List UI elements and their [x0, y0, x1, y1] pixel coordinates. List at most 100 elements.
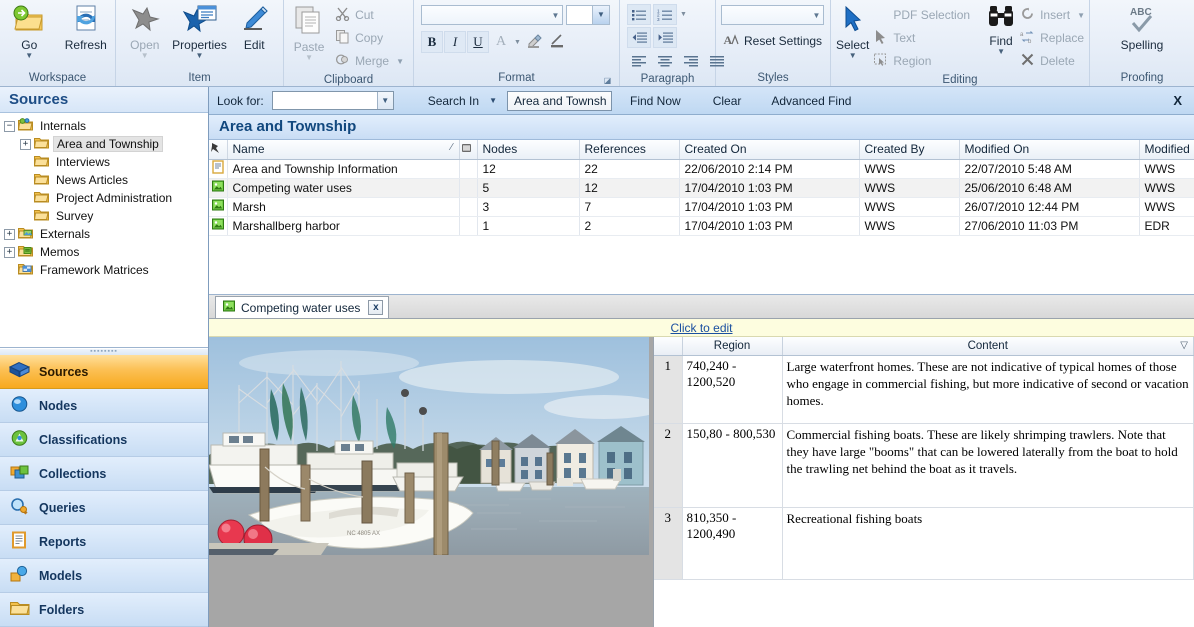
style-combo[interactable]: ▼: [721, 5, 824, 25]
sidebar-item-collections[interactable]: Collections: [0, 457, 208, 491]
column-header-references[interactable]: References: [579, 140, 680, 160]
tree-item-news-articles[interactable]: News Articles: [0, 171, 208, 189]
region-row[interactable]: 2 150,80 - 800,530 Commercial fishing bo…: [654, 423, 1194, 508]
search-in-caret-icon[interactable]: ▼: [489, 96, 507, 105]
align-right-button[interactable]: [679, 50, 703, 71]
column-header-name[interactable]: Name ∕: [227, 140, 460, 160]
tab-competing-water-uses[interactable]: Competing water uses x: [215, 296, 390, 318]
table-row[interactable]: Marsh 3 7 17/04/2010 1:03 PM WWS 26/07/2…: [209, 197, 1194, 217]
style-combo-caret-icon[interactable]: ▼: [810, 11, 823, 20]
table-row[interactable]: Area and Township Information 12 22 22/0…: [209, 159, 1194, 179]
sidebar-item-classifications[interactable]: Classifications: [0, 423, 208, 457]
pin-column-header[interactable]: [209, 140, 228, 160]
sidebar-item-sources[interactable]: Sources: [0, 355, 208, 389]
bullet-list-button[interactable]: [627, 4, 651, 25]
text-rule-button[interactable]: [546, 31, 568, 53]
column-header-modified-on[interactable]: Modified On: [959, 140, 1140, 160]
pdf-selection-button[interactable]: PDF Selection: [869, 4, 974, 26]
clear-button[interactable]: Clear: [691, 94, 752, 108]
table-row[interactable]: Marshallberg harbor 1 2 17/04/2010 1:03 …: [209, 216, 1194, 236]
column-header-created-on[interactable]: Created On: [679, 140, 860, 160]
copy-button[interactable]: Copy: [331, 27, 408, 49]
panel-splitter[interactable]: ▪▪▪▪▪▪▪▪: [0, 348, 208, 355]
region-row[interactable]: 1 740,240 - 1200,520 Large waterfront ho…: [654, 355, 1194, 424]
replace-button[interactable]: a b Replace: [1016, 27, 1089, 49]
spelling-button[interactable]: ABC Spelling: [1112, 2, 1172, 52]
click-to-edit-link[interactable]: Click to edit: [670, 321, 732, 335]
close-tab-button[interactable]: x: [368, 300, 384, 315]
advanced-find-button[interactable]: Advanced Find: [751, 94, 861, 108]
region-select-button[interactable]: Region: [869, 50, 974, 72]
format-dialog-launcher-icon[interactable]: ◪: [603, 76, 612, 85]
tree-item-project-administration[interactable]: Project Administration: [0, 189, 208, 207]
expander-plus-icon[interactable]: +: [4, 246, 15, 258]
reset-settings-button[interactable]: A Reset Settings: [721, 30, 826, 52]
go-button[interactable]: Go ▼: [5, 2, 54, 60]
find-caret-icon[interactable]: ▼: [997, 48, 1005, 56]
sidebar-item-reports[interactable]: Reports: [0, 525, 208, 559]
go-caret-icon[interactable]: ▼: [25, 52, 33, 60]
paste-caret-icon[interactable]: ▼: [305, 54, 313, 62]
find-button[interactable]: Find ▼: [986, 2, 1016, 56]
column-header-modified-by[interactable]: Modified By: [1139, 140, 1194, 160]
column-header-nodes[interactable]: Nodes: [477, 140, 580, 160]
delete-button[interactable]: Delete: [1016, 50, 1089, 72]
font-size-combo[interactable]: ▼: [566, 5, 610, 25]
underline-button[interactable]: U: [467, 31, 489, 53]
region-column-header[interactable]: Region: [682, 337, 783, 356]
tree-item-area-and-township[interactable]: + Area and Township: [0, 135, 208, 153]
insert-button[interactable]: Insert ▼: [1016, 4, 1089, 26]
find-now-button[interactable]: Find Now: [612, 94, 691, 108]
cut-button[interactable]: Cut: [331, 4, 408, 26]
tree-item-framework-matrices[interactable]: Framework Matrices: [0, 261, 208, 279]
list-caret-icon[interactable]: ▼: [679, 11, 688, 18]
italic-button[interactable]: I: [444, 31, 466, 53]
search-in-button[interactable]: Search In: [394, 94, 489, 108]
font-size-caret-icon[interactable]: ▼: [592, 6, 609, 24]
close-find-bar-button[interactable]: X: [1173, 93, 1186, 108]
decrease-indent-button[interactable]: [627, 27, 651, 48]
properties-button[interactable]: Properties ▼: [172, 2, 227, 60]
align-center-button[interactable]: [653, 50, 677, 71]
expander-plus-icon[interactable]: +: [4, 228, 15, 240]
expander-minus-icon[interactable]: −: [4, 120, 15, 132]
look-for-input[interactable]: ▼: [271, 91, 394, 110]
sidebar-item-models[interactable]: Models: [0, 559, 208, 593]
sources-list[interactable]: Name ∕ Nodes References Created On Creat…: [209, 140, 1194, 295]
align-left-button[interactable]: [627, 50, 651, 71]
tree-item-survey[interactable]: Survey: [0, 207, 208, 225]
sidebar-item-queries[interactable]: Queries: [0, 491, 208, 525]
tree-item-internals[interactable]: − Internals: [0, 117, 208, 135]
search-scope-button[interactable]: Area and Townsh: [507, 90, 612, 111]
select-caret-icon[interactable]: ▼: [849, 52, 857, 60]
font-color-button[interactable]: A: [490, 31, 512, 53]
select-button[interactable]: Select ▼: [836, 2, 869, 60]
edit-button[interactable]: Edit: [231, 2, 279, 52]
sidebar-item-nodes[interactable]: Nodes: [0, 389, 208, 423]
highlight-button[interactable]: [523, 31, 545, 53]
look-for-caret-icon[interactable]: ▼: [376, 92, 393, 109]
marshallberg-harbor-photo[interactable]: NC 4805 AX: [209, 337, 649, 555]
font-name-combo[interactable]: ▼: [421, 5, 563, 25]
merge-caret-icon[interactable]: ▼: [396, 57, 404, 66]
region-row[interactable]: 3 810,350 - 1200,490 Recreational fishin…: [654, 507, 1194, 580]
open-caret-icon[interactable]: ▼: [141, 52, 149, 60]
increase-indent-button[interactable]: [653, 27, 677, 48]
tree-item-externals[interactable]: + Externals: [0, 225, 208, 243]
numbered-list-button[interactable]: 1 2 3: [653, 4, 677, 25]
tree-item-memos[interactable]: + Memos: [0, 243, 208, 261]
expander-plus-icon[interactable]: +: [20, 138, 31, 150]
content-column-header[interactable]: Content ▽: [782, 337, 1194, 356]
sources-tree[interactable]: − Internals + Area and Township Intervie…: [0, 113, 208, 348]
paste-button[interactable]: Paste ▼: [289, 2, 329, 62]
refresh-button[interactable]: Refresh: [62, 2, 111, 52]
table-row[interactable]: Competing water uses 5 12 17/04/2010 1:0…: [209, 178, 1194, 198]
insert-caret-icon[interactable]: ▼: [1077, 11, 1085, 20]
tree-item-interviews[interactable]: Interviews: [0, 153, 208, 171]
bold-button[interactable]: B: [421, 31, 443, 53]
classification-column-header[interactable]: [459, 140, 478, 160]
column-header-created-by[interactable]: Created By: [859, 140, 960, 160]
merge-button[interactable]: Merge ▼: [331, 50, 408, 72]
filter-icon[interactable]: ▽: [1180, 340, 1188, 351]
text-select-button[interactable]: Text: [869, 27, 974, 49]
